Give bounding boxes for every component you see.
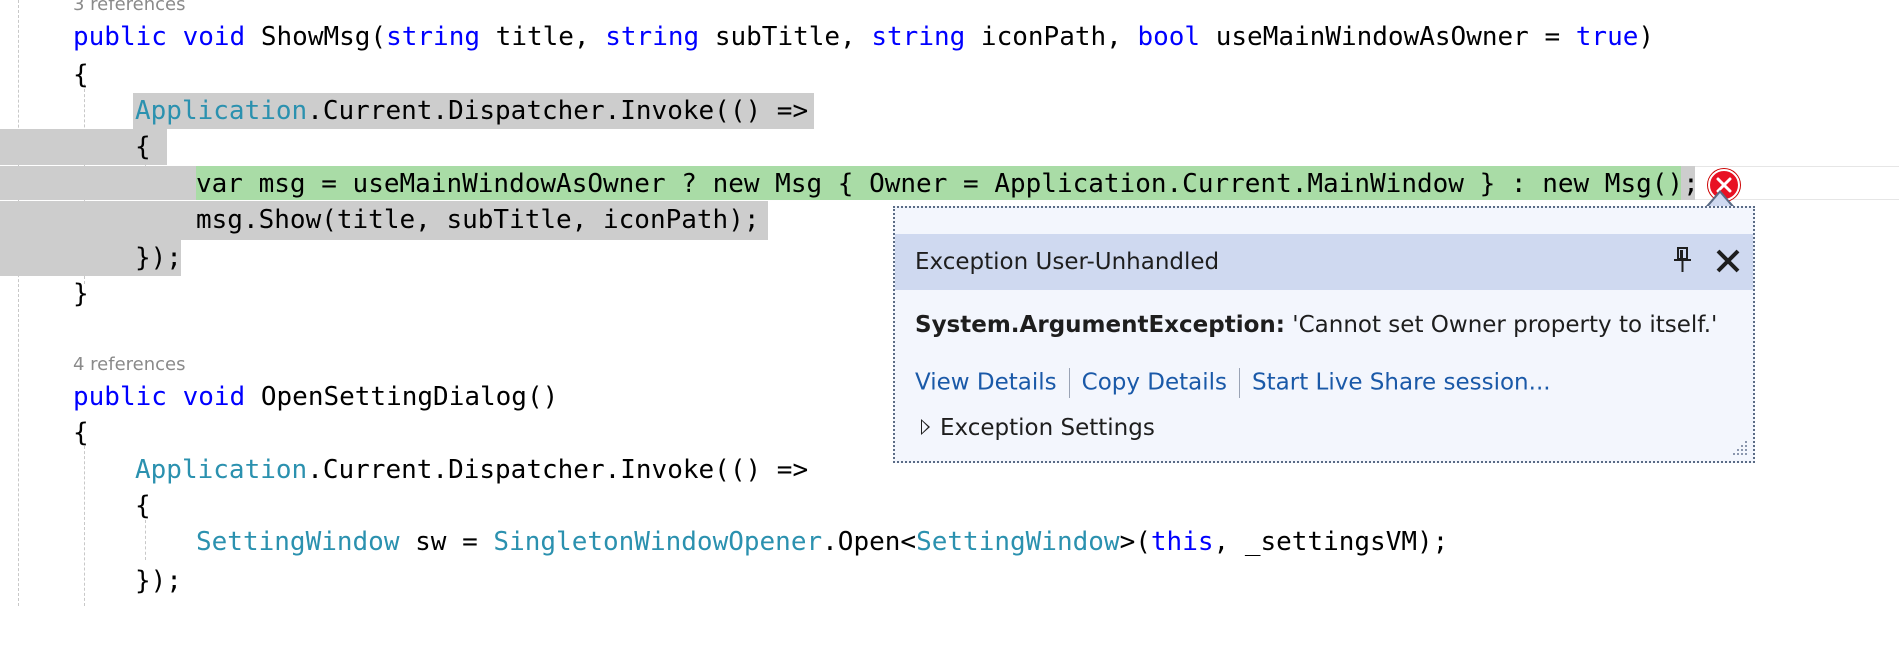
code-line: { bbox=[0, 57, 1899, 93]
popup-title: Exception User-Unhandled bbox=[915, 249, 1220, 275]
copy-details-link[interactable]: Copy Details bbox=[1082, 370, 1227, 396]
exception-helper-popup: Exception User-Unhandled System.Argument… bbox=[893, 206, 1755, 463]
code-text: .Open< bbox=[822, 527, 917, 557]
code-text: useMainWindowAsOwner = bbox=[1200, 22, 1576, 52]
exception-settings-expander[interactable]: Exception Settings bbox=[921, 415, 1155, 441]
popup-pointer bbox=[1706, 190, 1734, 207]
code-line: { bbox=[0, 129, 1899, 165]
type-name: SettingWindow bbox=[916, 527, 1120, 557]
code-text: { bbox=[73, 60, 89, 90]
code-editor[interactable]: 3 references 4 references public void Sh… bbox=[0, 0, 1899, 606]
keyword: string bbox=[605, 22, 700, 52]
exception-text: 'Cannot set Owner property to itself.' bbox=[1284, 312, 1718, 338]
codelens-references[interactable]: 4 references bbox=[73, 354, 186, 376]
code-text: .Current.Dispatcher.Invoke(() => bbox=[307, 455, 809, 485]
code-text: >( bbox=[1119, 527, 1151, 557]
keyword: void bbox=[182, 22, 246, 52]
code-line: SettingWindow sw = SingletonWindowOpener… bbox=[0, 524, 1899, 560]
type-name: Application bbox=[135, 455, 308, 485]
code-text: .Current.Dispatcher.Invoke(() => bbox=[307, 96, 809, 126]
code-text: iconPath, bbox=[965, 22, 1138, 52]
popup-links: View Details Copy Details Start Live Share… bbox=[915, 368, 1551, 398]
keyword-var: var bbox=[196, 169, 243, 199]
code-text: }); bbox=[135, 243, 182, 273]
keyword: bool bbox=[1137, 22, 1201, 52]
code-line: }); bbox=[0, 563, 1899, 599]
pin-icon[interactable] bbox=[1671, 246, 1695, 274]
view-details-link[interactable]: View Details bbox=[915, 370, 1057, 396]
code-text: ) bbox=[1638, 22, 1655, 52]
code-text: msg = useMainWindowAsOwner ? new Msg { O… bbox=[242, 169, 1699, 199]
codelens-references[interactable]: 3 references bbox=[73, 0, 186, 16]
exception-settings-label: Exception Settings bbox=[940, 415, 1155, 441]
code-text: } bbox=[73, 279, 89, 309]
code-line-exception: var msg = useMainWindowAsOwner ? new Msg… bbox=[0, 166, 1899, 202]
type-name: SettingWindow bbox=[196, 527, 400, 557]
code-text: ShowMsg( bbox=[245, 22, 387, 52]
keyword: this bbox=[1150, 527, 1214, 557]
link-separator bbox=[1239, 368, 1241, 398]
code-text: { bbox=[135, 491, 151, 521]
code-line: { bbox=[0, 488, 1899, 524]
code-line: Application.Current.Dispatcher.Invoke(()… bbox=[0, 93, 1899, 129]
type-name: Application bbox=[135, 96, 308, 126]
link-separator bbox=[1068, 368, 1070, 398]
keyword: public bbox=[73, 382, 167, 412]
keyword: true bbox=[1575, 22, 1639, 52]
code-text: { bbox=[135, 132, 151, 162]
close-icon[interactable] bbox=[1715, 248, 1741, 274]
keyword: string bbox=[871, 22, 966, 52]
code-text: OpenSettingDialog() bbox=[245, 382, 559, 412]
code-text: subTitle, bbox=[699, 22, 872, 52]
keyword: public bbox=[73, 22, 167, 52]
type-name: SingletonWindowOpener bbox=[493, 527, 823, 557]
resize-grip-icon[interactable] bbox=[1731, 439, 1749, 457]
code-text: sw = bbox=[399, 527, 494, 557]
code-text: { bbox=[73, 418, 89, 448]
code-text: title, bbox=[480, 22, 606, 52]
expand-triangle-icon bbox=[921, 418, 930, 435]
popup-header: Exception User-Unhandled bbox=[895, 234, 1753, 290]
code-text: }); bbox=[135, 566, 182, 596]
code-text: msg.Show(title, subTitle, iconPath); bbox=[196, 205, 760, 235]
code-text: , _settingsVM); bbox=[1213, 527, 1449, 557]
exception-message: System.ArgumentException: 'Cannot set Ow… bbox=[915, 312, 1717, 338]
live-share-link[interactable]: Start Live Share session... bbox=[1252, 370, 1551, 396]
exception-type: System.ArgumentException: bbox=[915, 312, 1285, 338]
code-line: public void ShowMsg(string title, string… bbox=[0, 19, 1899, 55]
keyword: string bbox=[386, 22, 481, 52]
keyword: void bbox=[182, 382, 246, 412]
